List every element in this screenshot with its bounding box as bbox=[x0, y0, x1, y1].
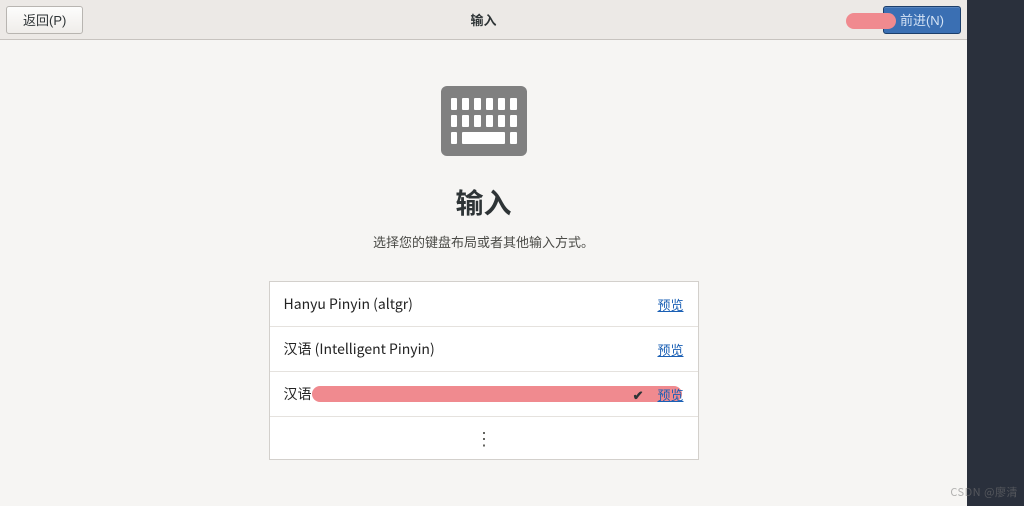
window-header: 返回(P) 输入 前进(N) bbox=[0, 0, 967, 40]
page-heading: 输入 bbox=[455, 182, 511, 222]
back-button[interactable]: 返回(P) bbox=[6, 6, 83, 34]
input-source-row[interactable]: Hanyu Pinyin (altgr) 预览 bbox=[270, 282, 698, 327]
watermark-text: CSDN @廖清 bbox=[950, 484, 1018, 500]
more-icon: ⋮ bbox=[475, 425, 492, 451]
forward-button[interactable]: 前进(N) bbox=[883, 6, 961, 34]
desktop-background bbox=[967, 0, 1024, 506]
checkmark-icon: ✔ bbox=[633, 385, 644, 404]
input-source-row[interactable]: 汉语 (Intelligent Pinyin) 预览 bbox=[270, 327, 698, 372]
preview-link[interactable]: 预览 bbox=[657, 340, 683, 359]
window-title: 输入 bbox=[470, 10, 496, 29]
preview-link[interactable]: 预览 bbox=[657, 385, 683, 404]
input-source-name: 汉语 bbox=[284, 384, 633, 404]
back-button-label: 返回(P) bbox=[23, 10, 66, 29]
forward-button-label: 前进(N) bbox=[900, 10, 944, 29]
show-more-button[interactable]: ⋮ bbox=[270, 417, 698, 459]
input-source-name: Hanyu Pinyin (altgr) bbox=[284, 294, 658, 314]
input-source-list: Hanyu Pinyin (altgr) 预览 汉语 (Intelligent … bbox=[269, 281, 699, 460]
input-source-row-selected[interactable]: 汉语 ✔ 预览 bbox=[270, 372, 698, 417]
content-area: 输入 选择您的键盘布局或者其他输入方式。 Hanyu Pinyin (altgr… bbox=[0, 40, 967, 506]
input-source-name: 汉语 (Intelligent Pinyin) bbox=[284, 339, 658, 359]
preview-link[interactable]: 预览 bbox=[657, 295, 683, 314]
page-subheading: 选择您的键盘布局或者其他输入方式。 bbox=[373, 232, 594, 251]
keyboard-icon bbox=[441, 86, 527, 156]
